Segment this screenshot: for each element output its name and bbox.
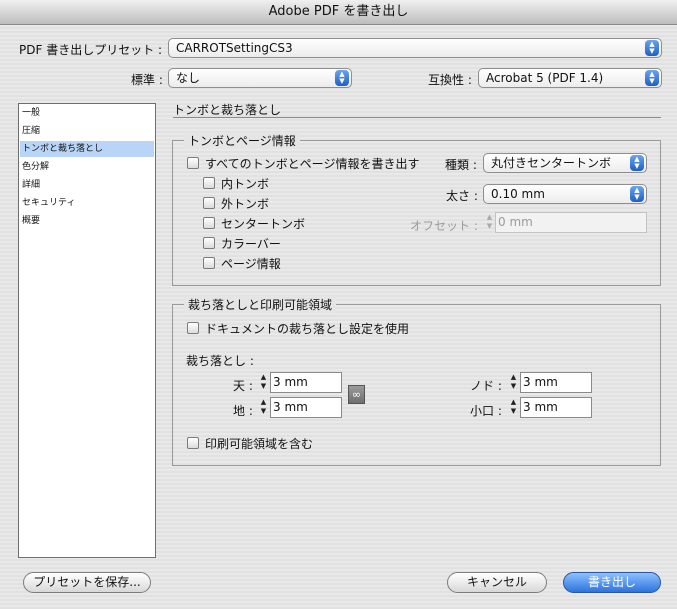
sidebar-item-summary[interactable]: 概要 — [20, 213, 154, 229]
bleed-bottom-label: 地 : — [233, 404, 253, 418]
weight-label: 太さ : — [446, 189, 478, 203]
include-slug-label: 印刷可能領域を含む — [205, 437, 314, 451]
marks-group-title: トンボとページ情報 — [184, 132, 300, 149]
preset-popup[interactable]: CARROTSettingCS3 ▲ ▼ — [168, 38, 662, 58]
color-bars-label: カラーバー — [221, 237, 281, 251]
sidebar-item-general[interactable]: 一般 — [20, 105, 154, 121]
sidebar-item-security[interactable]: セキュリティ — [20, 195, 154, 211]
sidebar-item-marks-and-bleeds[interactable]: トンボと裁ち落とし — [20, 141, 154, 157]
page-info-label: ページ情報 — [221, 257, 281, 271]
preset-label: PDF 書き出しプリセット : — [19, 43, 163, 57]
offset-stepper-icon: ▲ ▼ — [486, 213, 493, 230]
sidebar-item-separations[interactable]: 色分解 — [20, 159, 154, 175]
standard-value: なし — [176, 71, 201, 85]
sidebar-item-label: 色分解 — [22, 162, 50, 172]
weight-popup[interactable]: 0.10 mm ▲ ▼ — [483, 184, 647, 204]
bleed-top-stepper[interactable]: ▲ ▼ — [258, 373, 269, 392]
section-title: トンボと裁ち落とし — [173, 103, 282, 117]
bleed-outside-value: 3 mm — [523, 400, 558, 414]
sidebar-item-label: 詳細 — [22, 180, 41, 190]
title-bar: Adobe PDF を書き出し — [0, 0, 677, 25]
compatibility-popup[interactable]: Acrobat 5 (PDF 1.4) ▲ ▼ — [478, 68, 662, 88]
bleed-label: 裁ち落とし : — [186, 354, 254, 368]
export-label: 書き出し — [587, 575, 636, 589]
sidebar-item-advanced[interactable]: 詳細 — [20, 177, 154, 193]
bleed-marks-label: 外トンボ — [221, 197, 270, 211]
section-divider — [173, 117, 661, 118]
bleed-top-label: 天 : — [233, 379, 253, 393]
bleed-outside-input[interactable]: 3 mm — [520, 397, 592, 418]
popup-arrows-icon: ▲ ▼ — [645, 70, 659, 86]
bleed-bottom-stepper[interactable]: ▲ ▼ — [258, 398, 269, 417]
sidebar-item-compression[interactable]: 圧縮 — [20, 123, 154, 139]
cancel-button[interactable]: キャンセル — [447, 572, 547, 593]
bleed-top-value: 3 mm — [273, 375, 308, 389]
registration-marks-label: センタートンボ — [221, 217, 306, 231]
compatibility-label: 互換性 : — [428, 73, 472, 87]
type-value: 丸付きセンタートンボ — [491, 156, 612, 170]
bleed-inside-stepper[interactable]: ▲ ▼ — [508, 373, 519, 392]
crop-marks-label: 内トンボ — [221, 177, 270, 191]
standard-popup[interactable]: なし ▲ ▼ — [168, 68, 352, 88]
save-preset-label: プリセットを保存... — [33, 575, 141, 589]
standard-label: 標準 : — [131, 73, 163, 87]
all-marks-checkbox[interactable] — [187, 157, 199, 169]
bleed-inside-value: 3 mm — [523, 375, 558, 389]
crop-marks-checkbox[interactable] — [203, 177, 215, 189]
type-popup[interactable]: 丸付きセンタートンボ ▲ ▼ — [483, 153, 647, 173]
bleed-bottom-value: 3 mm — [273, 400, 308, 414]
all-marks-label: すべてのトンボとページ情報を書き出す — [205, 157, 420, 171]
sidebar-item-label: セキュリティ — [22, 198, 76, 208]
bleed-inside-label: ノド : — [470, 379, 502, 393]
save-preset-button[interactable]: プリセットを保存... — [23, 572, 151, 593]
bleed-inside-input[interactable]: 3 mm — [520, 372, 592, 393]
bleed-bottom-input[interactable]: 3 mm — [270, 397, 342, 418]
bleed-marks-checkbox[interactable] — [203, 197, 215, 209]
offset-value: 0 mm — [498, 215, 533, 229]
use-document-bleed-checkbox[interactable] — [187, 322, 199, 334]
preset-value: CARROTSettingCS3 — [176, 41, 293, 55]
bleed-top-input[interactable]: 3 mm — [270, 372, 342, 393]
compatibility-value: Acrobat 5 (PDF 1.4) — [486, 71, 604, 85]
bleed-group-title: 裁ち落としと印刷可能領域 — [184, 296, 337, 313]
sidebar-item-label: 概要 — [22, 216, 41, 226]
weight-value: 0.10 mm — [491, 187, 545, 201]
offset-input: 0 mm — [495, 212, 647, 233]
color-bars-checkbox[interactable] — [203, 237, 215, 249]
popup-arrows-icon: ▲ ▼ — [630, 186, 644, 202]
bleed-outside-label: 小口 : — [470, 404, 502, 418]
popup-arrows-icon: ▲ ▼ — [645, 40, 659, 56]
sidebar-item-label: 一般 — [22, 108, 41, 118]
bleed-outside-stepper[interactable]: ▲ ▼ — [508, 398, 519, 417]
offset-label: オフセット : — [410, 219, 478, 233]
type-label: 種類 : — [445, 158, 477, 172]
sidebar-item-label: トンボと裁ち落とし — [22, 144, 104, 154]
page-info-checkbox[interactable] — [203, 257, 215, 269]
chain-link-icon[interactable]: ∞ — [348, 385, 365, 404]
registration-marks-checkbox[interactable] — [203, 217, 215, 229]
popup-arrows-icon: ▲ ▼ — [335, 70, 349, 86]
sidebar-item-label: 圧縮 — [22, 126, 41, 136]
popup-arrows-icon: ▲ ▼ — [630, 155, 644, 171]
window-title: Adobe PDF を書き出し — [268, 4, 409, 19]
category-list: 一般 圧縮 トンボと裁ち落とし 色分解 詳細 セキュリティ 概要 — [18, 103, 156, 558]
use-document-bleed-label: ドキュメントの裁ち落とし設定を使用 — [205, 322, 410, 336]
cancel-label: キャンセル — [466, 575, 527, 589]
include-slug-checkbox[interactable] — [187, 437, 199, 449]
export-button[interactable]: 書き出し — [563, 572, 661, 593]
